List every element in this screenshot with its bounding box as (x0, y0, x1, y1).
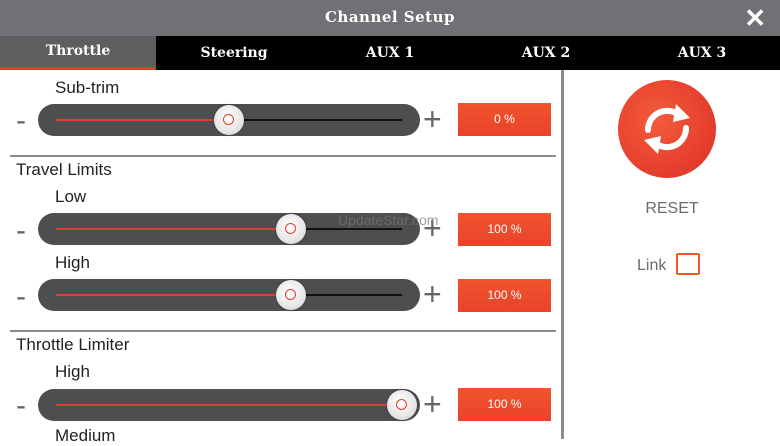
section-divider (10, 155, 556, 157)
subtrim-label: Sub-trim (55, 78, 120, 97)
throttle-limiter-title: Throttle Limiter (16, 335, 130, 354)
limiter-high-plus-button[interactable]: + (423, 388, 442, 420)
subtrim-value[interactable]: 0 % (458, 103, 551, 136)
tab-throttle[interactable]: Throttle (0, 36, 156, 70)
section-divider (10, 330, 556, 332)
travel-high-slider[interactable] (38, 279, 420, 311)
travel-high-value[interactable]: 100 % (458, 279, 551, 312)
slider-knob[interactable] (276, 280, 307, 310)
travel-high-label: High (55, 253, 90, 272)
reset-button[interactable] (618, 80, 716, 178)
slider-fill (56, 404, 402, 406)
subtrim-slider[interactable] (38, 104, 420, 136)
slider-knob[interactable] (276, 214, 307, 244)
limiter-medium-label: Medium (55, 426, 116, 445)
travel-low-minus-button[interactable]: - (16, 216, 26, 246)
title-bar: Channel Setup ✕ (0, 0, 780, 36)
slider-fill (56, 228, 292, 230)
limiter-high-label: High (55, 362, 90, 381)
channel-tabs: Throttle Steering AUX 1 AUX 2 AUX 3 (0, 36, 780, 70)
close-icon[interactable]: ✕ (744, 2, 766, 34)
slider-knob[interactable] (214, 105, 244, 135)
reset-label: RESET (645, 200, 699, 217)
reset-panel: RESET Link (564, 70, 780, 439)
link-label: Link (637, 257, 667, 274)
link-checkbox[interactable] (676, 253, 700, 275)
tab-steering[interactable]: Steering (156, 36, 312, 70)
limiter-high-slider[interactable] (38, 389, 420, 421)
settings-panel: Sub-trim - + 0 % Travel Limits Low - + 1… (0, 70, 563, 445)
slider-fill (56, 294, 292, 296)
subtrim-plus-button[interactable]: + (423, 103, 442, 135)
limiter-high-value[interactable]: 100 % (458, 388, 551, 421)
tab-aux3[interactable]: AUX 3 (624, 36, 780, 70)
travel-high-minus-button[interactable]: - (16, 282, 26, 312)
window-title: Channel Setup (324, 8, 456, 26)
watermark: UpdateStar.com (338, 212, 439, 228)
subtrim-minus-button[interactable]: - (16, 106, 26, 136)
slider-knob[interactable] (387, 390, 417, 420)
tab-aux1[interactable]: AUX 1 (312, 36, 468, 70)
travel-limits-title: Travel Limits (16, 160, 112, 179)
travel-low-value[interactable]: 100 % (458, 213, 551, 246)
travel-low-label: Low (55, 187, 87, 206)
tab-aux2[interactable]: AUX 2 (468, 36, 624, 70)
limiter-high-minus-button[interactable]: - (16, 391, 26, 421)
refresh-icon (644, 104, 690, 154)
travel-high-plus-button[interactable]: + (423, 278, 442, 310)
slider-fill (56, 119, 229, 121)
